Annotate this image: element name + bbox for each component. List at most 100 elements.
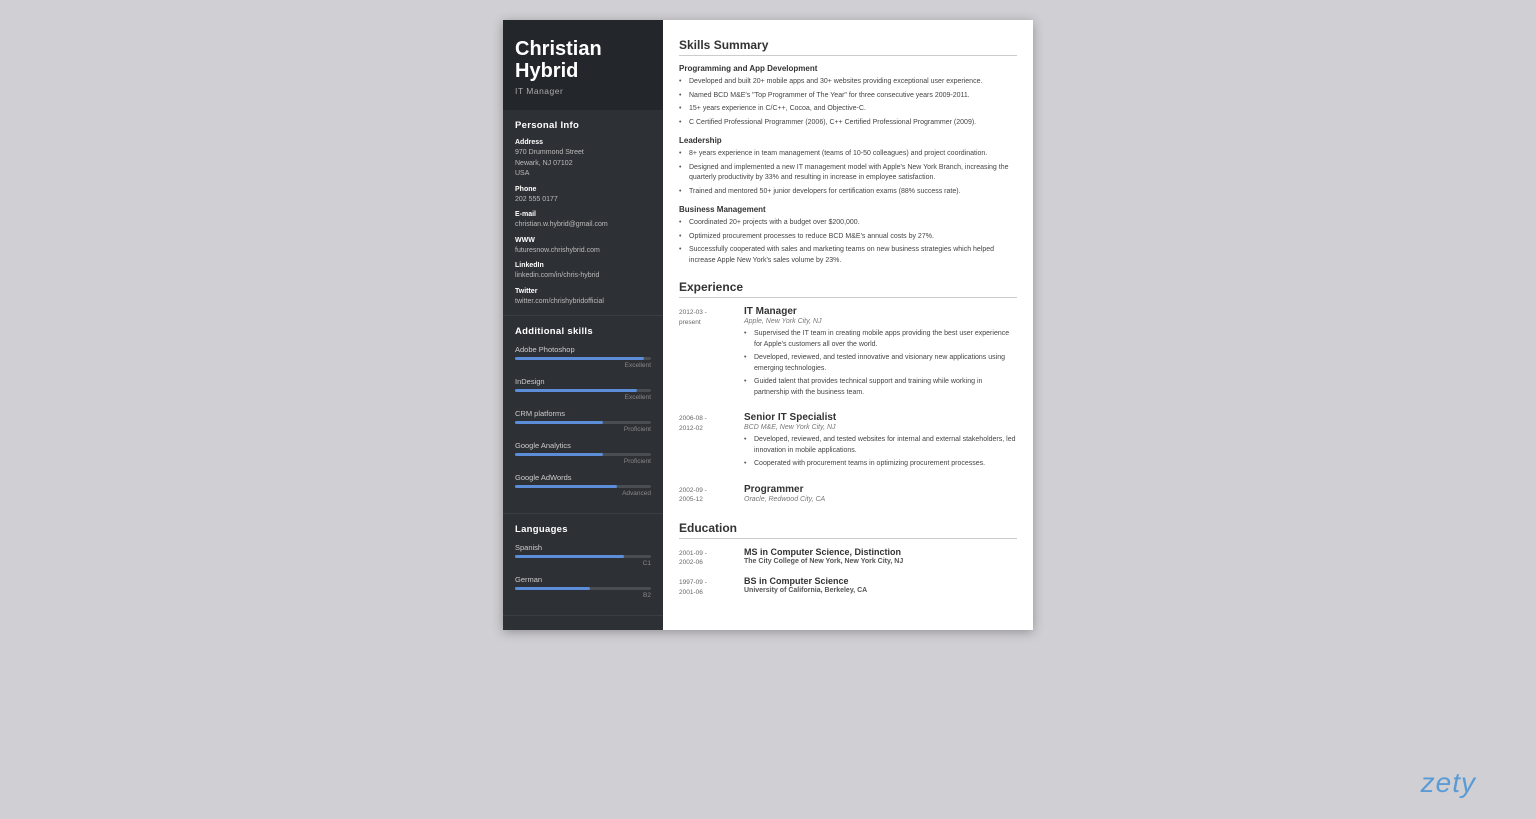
exp-dates: 2002-09 -2005-12 — [679, 484, 734, 507]
skill-name: InDesign — [515, 377, 651, 386]
list-item: Supervised the IT team in creating mobil… — [744, 329, 1017, 350]
resume-container: Christian Hybrid IT Manager Personal Inf… — [503, 20, 1033, 630]
exp-bullets: Developed, reviewed, and tested websites… — [744, 435, 1017, 470]
edu-dates: 1997-09 -2001-06 — [679, 576, 734, 598]
additional-skills-section: Additional skills Adobe Photoshop Excell… — [503, 316, 663, 514]
exp-bullets: Supervised the IT team in creating mobil… — [744, 329, 1017, 398]
language-bar-fill — [515, 555, 624, 558]
skill-bar-fill — [515, 485, 617, 488]
address-line1: 970 Drummond Street — [515, 148, 651, 159]
list-item: 8+ years experience in team management (… — [679, 149, 1017, 160]
email-label: E-mail — [515, 211, 651, 218]
name-first: Christian — [515, 38, 651, 60]
job-title: IT Manager — [515, 86, 651, 96]
address-label: Address — [515, 139, 651, 146]
skill-row: CRM platforms Proficient — [515, 409, 651, 433]
programming-title: Programming and App Development — [679, 64, 1017, 73]
experience-section: Experience 2012-03 -present IT Manager A… — [679, 280, 1017, 507]
language-name: Spanish — [515, 543, 651, 552]
personal-info-heading: Personal Info — [515, 120, 651, 131]
name-last: Hybrid — [515, 60, 651, 82]
list-item: Developed, reviewed, and tested innovati… — [744, 353, 1017, 374]
address-line3: USA — [515, 169, 651, 180]
skill-name: Adobe Photoshop — [515, 345, 651, 354]
exp-dates: 2006-08 -2012-02 — [679, 412, 734, 476]
personal-info-section: Personal Info Address 970 Drummond Stree… — [503, 110, 663, 316]
skills-list: Adobe Photoshop Excellent InDesign Excel… — [515, 345, 651, 497]
skill-level: Excellent — [515, 362, 651, 369]
edu-dates: 2001-09 -2002-06 — [679, 547, 734, 569]
twitter-value: twitter.com/chrishybridofficial — [515, 297, 651, 308]
education-title: Education — [679, 521, 1017, 539]
skill-name: Google AdWords — [515, 473, 651, 482]
list-item: Guided talent that provides technical su… — [744, 377, 1017, 398]
exp-details: Programmer Oracle, Redwood City, CA — [744, 484, 1017, 507]
exp-company: Apple, New York City, NJ — [744, 318, 1017, 325]
experience-list: 2012-03 -present IT Manager Apple, New Y… — [679, 306, 1017, 507]
list-item: Developed, reviewed, and tested websites… — [744, 435, 1017, 456]
skill-level: Proficient — [515, 458, 651, 465]
skill-bar-bg — [515, 453, 651, 456]
www-value: futuresnow.chrishybrid.com — [515, 246, 651, 257]
exp-company: BCD M&E, New York City, NJ — [744, 424, 1017, 431]
skill-row: InDesign Excellent — [515, 377, 651, 401]
exp-details: IT Manager Apple, New York City, NJ Supe… — [744, 306, 1017, 404]
exp-company: Oracle, Redwood City, CA — [744, 496, 1017, 503]
experience-row: 2002-09 -2005-12 Programmer Oracle, Redw… — [679, 484, 1017, 507]
exp-job-title: IT Manager — [744, 306, 1017, 317]
email-value: christian.w.hybrid@gmail.com — [515, 220, 651, 231]
language-bar-fill — [515, 587, 590, 590]
edu-details: MS in Computer Science, Distinction The … — [744, 547, 1017, 569]
list-item: Cooperated with procurement teams in opt… — [744, 459, 1017, 470]
language-row: Spanish C1 — [515, 543, 651, 567]
skill-name: Google Analytics — [515, 441, 651, 450]
list-item: Optimized procurement processes to reduc… — [679, 232, 1017, 243]
list-item: Developed and built 20+ mobile apps and … — [679, 77, 1017, 88]
skill-level: Proficient — [515, 426, 651, 433]
education-row: 1997-09 -2001-06 BS in Computer Science … — [679, 576, 1017, 598]
exp-dates: 2012-03 -present — [679, 306, 734, 404]
edu-details: BS in Computer Science University of Cal… — [744, 576, 1017, 598]
edu-school: The City College of New York, New York C… — [744, 558, 1017, 565]
zety-watermark: zety — [1421, 767, 1476, 799]
experience-row: 2006-08 -2012-02 Senior IT Specialist BC… — [679, 412, 1017, 476]
www-label: WWW — [515, 237, 651, 244]
languages-heading: Languages — [515, 524, 651, 535]
main-content: Skills Summary Programming and App Devel… — [663, 20, 1033, 630]
list-item: Successfully cooperated with sales and m… — [679, 245, 1017, 266]
skill-bar-bg — [515, 421, 651, 424]
exp-details: Senior IT Specialist BCD M&E, New York C… — [744, 412, 1017, 476]
programming-bullets-list: Developed and built 20+ mobile apps and … — [679, 77, 1017, 128]
additional-skills-heading: Additional skills — [515, 326, 651, 337]
sidebar-header: Christian Hybrid IT Manager — [503, 20, 663, 110]
list-item: Designed and implemented a new IT manage… — [679, 163, 1017, 184]
skill-bar-bg — [515, 357, 651, 360]
edu-degree: BS in Computer Science — [744, 576, 1017, 586]
education-list: 2001-09 -2002-06 MS in Computer Science,… — [679, 547, 1017, 598]
education-section: Education 2001-09 -2002-06 MS in Compute… — [679, 521, 1017, 598]
skill-row: Adobe Photoshop Excellent — [515, 345, 651, 369]
experience-row: 2012-03 -present IT Manager Apple, New Y… — [679, 306, 1017, 404]
exp-job-title: Programmer — [744, 484, 1017, 495]
edu-degree: MS in Computer Science, Distinction — [744, 547, 1017, 557]
twitter-label: Twitter — [515, 288, 651, 295]
address-line2: Newark, NJ 07102 — [515, 159, 651, 170]
skill-bar-fill — [515, 453, 603, 456]
language-row: German B2 — [515, 575, 651, 599]
language-level: C1 — [515, 560, 651, 567]
experience-title: Experience — [679, 280, 1017, 298]
language-name: German — [515, 575, 651, 584]
skill-bar-bg — [515, 389, 651, 392]
skill-level: Excellent — [515, 394, 651, 401]
linkedin-value: linkedin.com/in/chris-hybrid — [515, 271, 651, 282]
exp-job-title: Senior IT Specialist — [744, 412, 1017, 423]
language-bar-bg — [515, 587, 651, 590]
skill-level: Advanced — [515, 490, 651, 497]
skills-summary-title: Skills Summary — [679, 38, 1017, 56]
skill-bar-bg — [515, 485, 651, 488]
phone-label: Phone — [515, 186, 651, 193]
list-item: C Certified Professional Programmer (200… — [679, 118, 1017, 129]
list-item: Coordinated 20+ projects with a budget o… — [679, 218, 1017, 229]
language-level: B2 — [515, 592, 651, 599]
list-item: 15+ years experience in C/C++, Cocoa, an… — [679, 104, 1017, 115]
